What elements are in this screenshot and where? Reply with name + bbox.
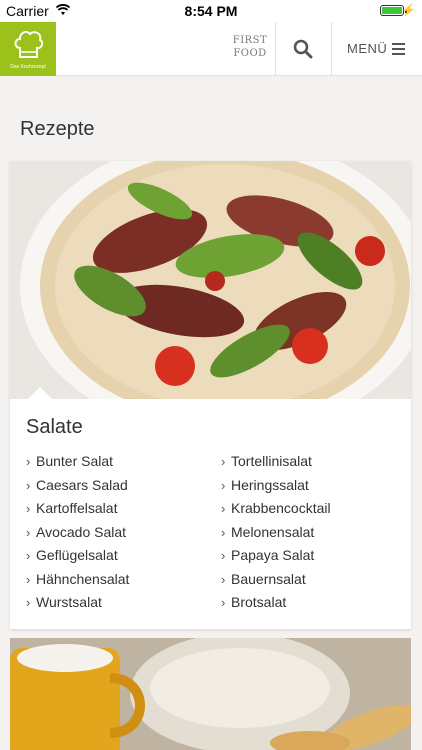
category-card: Salate › Bunter Salat › Caesars Salad › Kar…	[10, 161, 411, 629]
list-item[interactable]: › Kartoffelsalat	[26, 500, 129, 524]
chevron-right-icon: ›	[26, 548, 31, 563]
list-item[interactable]: › Wurstsalat	[26, 594, 129, 618]
hamburger-icon	[392, 43, 405, 58]
chevron-right-icon: ›	[221, 477, 226, 493]
brand-top: FIRST	[232, 35, 268, 46]
category-title[interactable]: Salate	[26, 416, 83, 439]
search-icon	[293, 39, 313, 59]
list-item[interactable]: › Caesars Salad	[26, 477, 129, 501]
list-item[interactable]: › Geflügelsalat	[26, 547, 129, 571]
list-item[interactable]: › Heringssalat	[221, 477, 331, 501]
chevron-right-icon: ›	[221, 571, 226, 587]
list-item[interactable]: › Bunter Salat	[26, 453, 129, 477]
menu-button[interactable]: MENÜ	[332, 22, 422, 76]
list-item[interactable]: › Krabbencocktail	[221, 500, 331, 524]
recipe-list-right: › Tortellinisalat › Heringssalat › Krabbenc…	[221, 453, 331, 618]
list-item[interactable]: › Brotsalat	[221, 594, 331, 618]
list-item[interactable]: › Tortellinisalat	[221, 453, 331, 477]
first-food-logo[interactable]: FIRST FOOD	[230, 34, 270, 64]
category-card-next[interactable]	[10, 638, 411, 750]
chef-hat-icon	[14, 30, 44, 58]
status-bar: Carrier 8:54 PM ⚡	[0, 0, 422, 22]
clock: 8:54 PM	[184, 3, 238, 19]
chevron-right-icon: ›	[26, 477, 31, 493]
chevron-right-icon: ›	[221, 524, 226, 540]
page-title: Rezepte	[20, 118, 95, 140]
salad-image[interactable]	[10, 161, 411, 399]
chevron-right-icon: ›	[26, 595, 31, 610]
chevron-right-icon: ›	[26, 524, 31, 540]
chevron-right-icon: ›	[221, 454, 226, 469]
list-item[interactable]: › Avocado Salat	[26, 524, 129, 548]
list-item[interactable]: › Bauernsalat	[221, 571, 331, 595]
list-item[interactable]: › Papaya Salat	[221, 547, 331, 571]
nav-bar: Das Kochrezept FIRST FOOD MENÜ	[0, 22, 422, 76]
list-item[interactable]: › Hähnchensalat	[26, 571, 129, 595]
baking-image	[10, 638, 411, 750]
chevron-right-icon: ›	[221, 501, 226, 516]
search-button[interactable]	[276, 22, 331, 76]
chevron-right-icon: ›	[221, 595, 226, 610]
app-logo[interactable]: Das Kochrezept	[0, 22, 56, 76]
chevron-right-icon: ›	[221, 548, 226, 563]
recipe-list-left: › Bunter Salat › Caesars Salad › Kartoffels…	[26, 453, 129, 618]
list-item[interactable]: › Melonensalat	[221, 524, 331, 548]
chevron-right-icon: ›	[26, 571, 31, 587]
chevron-right-icon: ›	[26, 501, 31, 516]
charging-icon: ⚡	[401, 3, 416, 17]
logo-text: Das Kochrezept	[10, 64, 46, 70]
chevron-right-icon: ›	[26, 454, 31, 469]
menu-label: MENÜ	[347, 41, 388, 56]
card-notch	[28, 387, 52, 399]
brand-bottom: FOOD	[233, 48, 267, 59]
